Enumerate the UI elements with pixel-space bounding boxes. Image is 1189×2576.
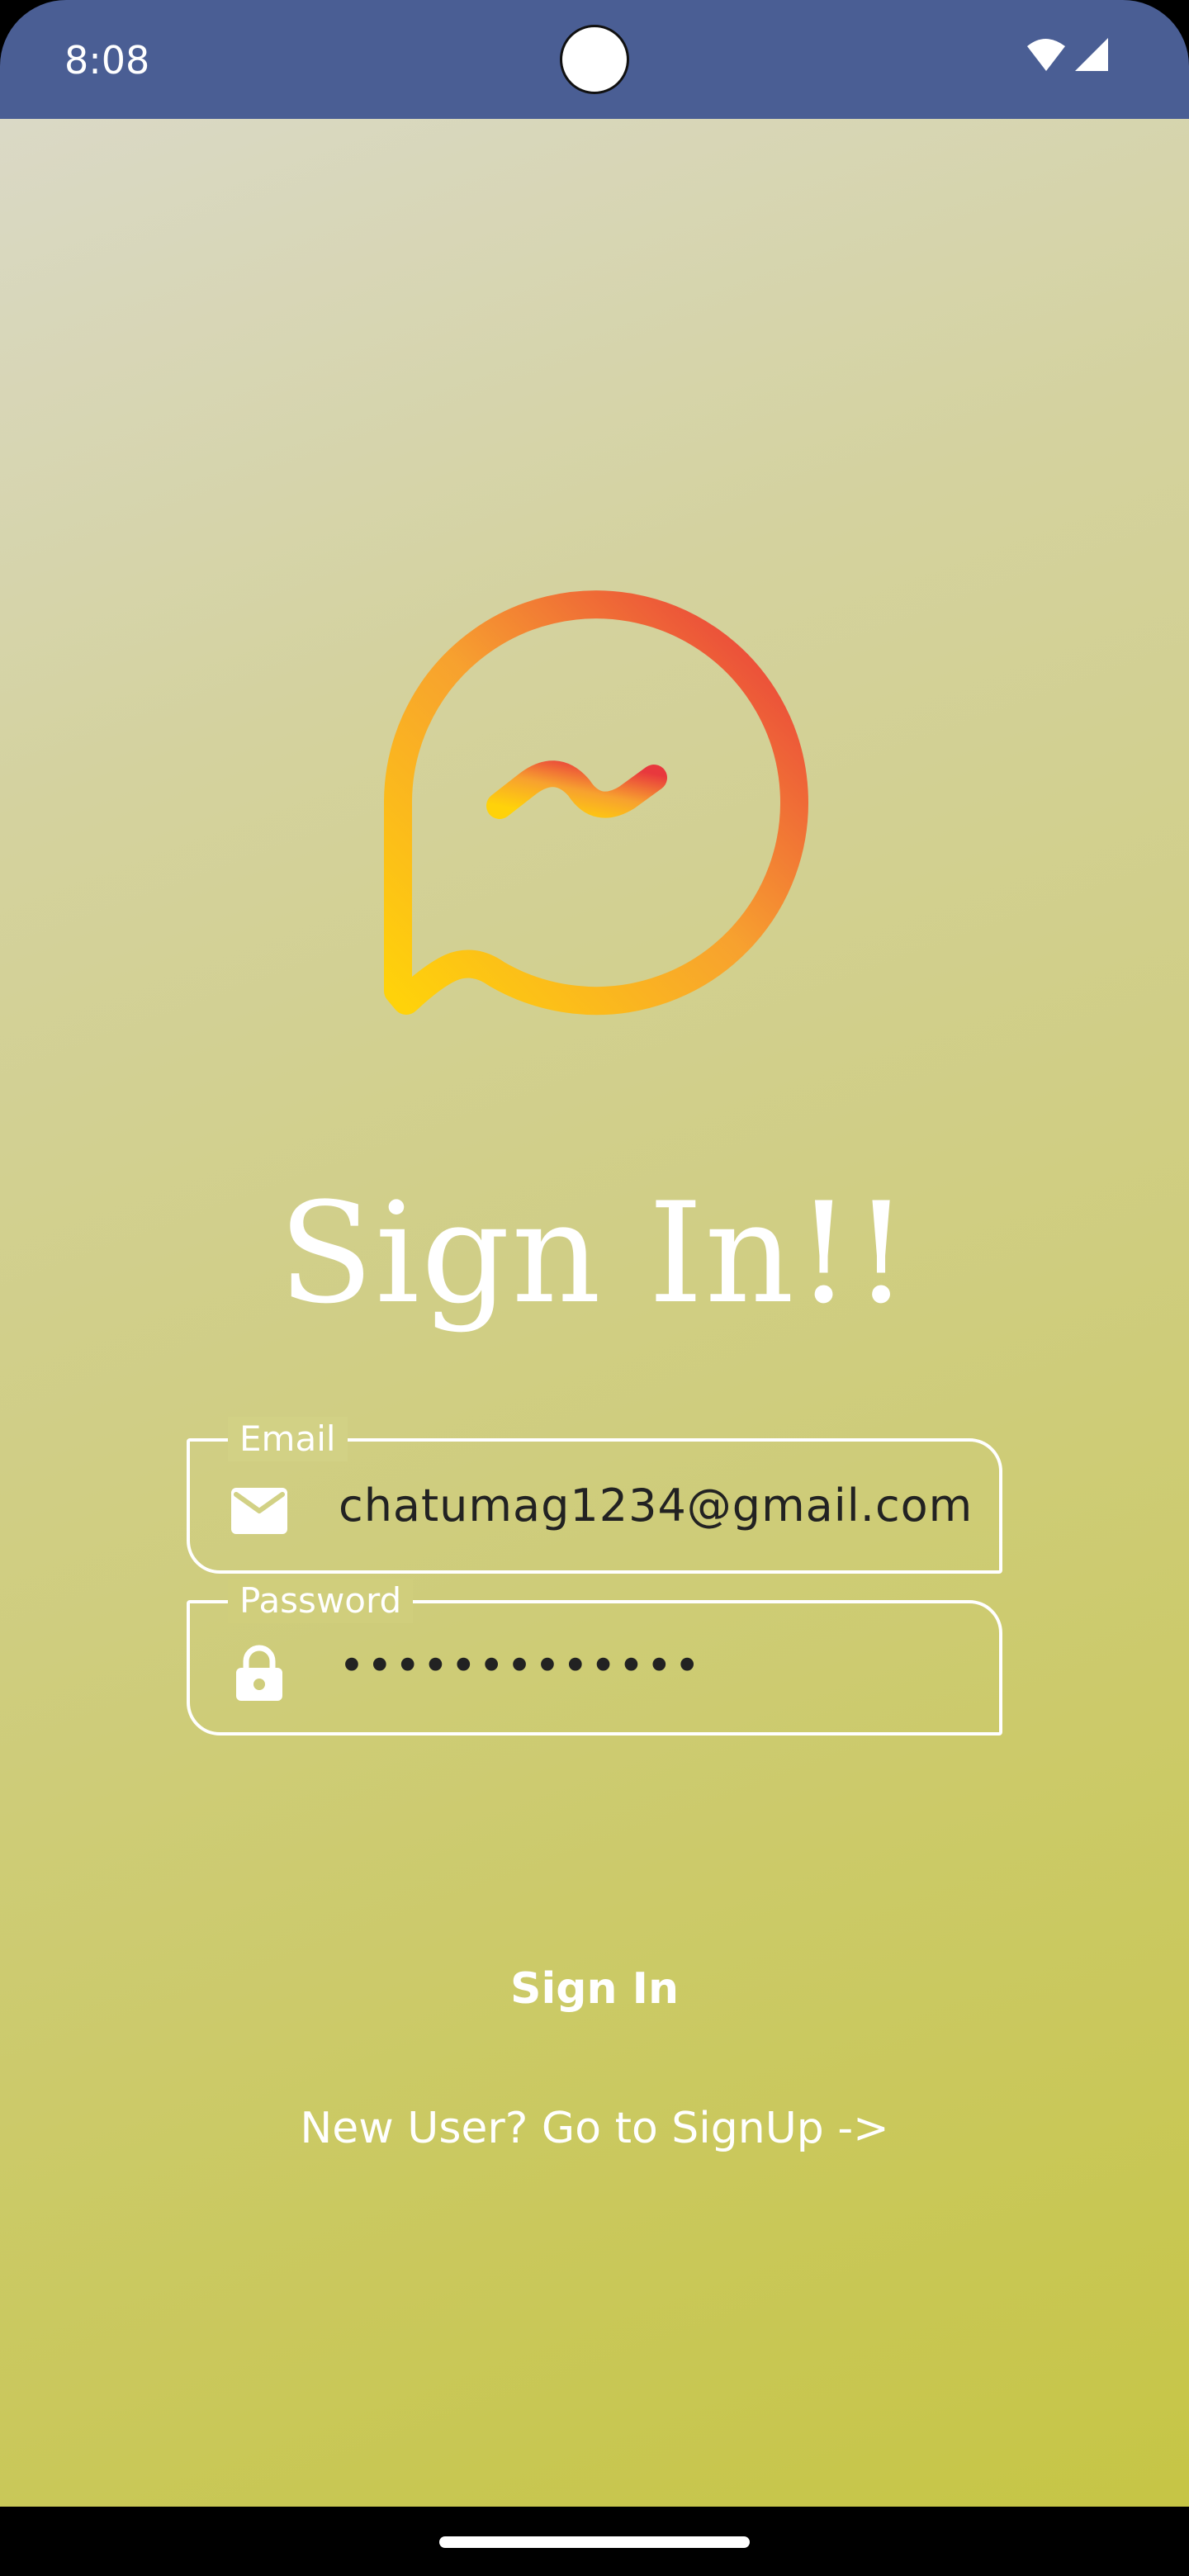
password-field[interactable]: Password ••••••••••••• <box>187 1579 1002 1735</box>
password-input[interactable]: ••••••••••••• <box>339 1640 702 1692</box>
mail-icon <box>231 1488 287 1534</box>
status-bar: 8:08 <box>0 0 1189 119</box>
password-field-label: Password <box>228 1579 414 1623</box>
chat-bubble-logo-icon <box>384 590 808 1016</box>
device-screen: 8:08 Sign In!! Email chatumag1234@gmail.… <box>0 0 1189 2576</box>
wifi-icon <box>1027 39 1065 71</box>
signup-link[interactable]: New User? Go to SignUp -> <box>248 2104 941 2153</box>
email-input[interactable]: chatumag1234@gmail.com <box>339 1480 973 1532</box>
sign-in-button[interactable]: Sign In <box>471 1952 718 2026</box>
cellular-signal-icon <box>1075 38 1108 71</box>
navigation-bar <box>0 2507 1189 2576</box>
status-icons <box>1027 38 1108 71</box>
page-title: Sign In!! <box>278 1172 911 1334</box>
email-field[interactable]: Email chatumag1234@gmail.com <box>187 1417 1002 1574</box>
sign-in-screen: Sign In!! Email chatumag1234@gmail.com P… <box>0 119 1189 2507</box>
home-indicator[interactable] <box>439 2536 750 2548</box>
email-field-label: Email <box>228 1417 348 1461</box>
status-time: 8:08 <box>64 38 150 83</box>
camera-cutout <box>560 25 629 94</box>
lock-icon <box>236 1645 282 1701</box>
